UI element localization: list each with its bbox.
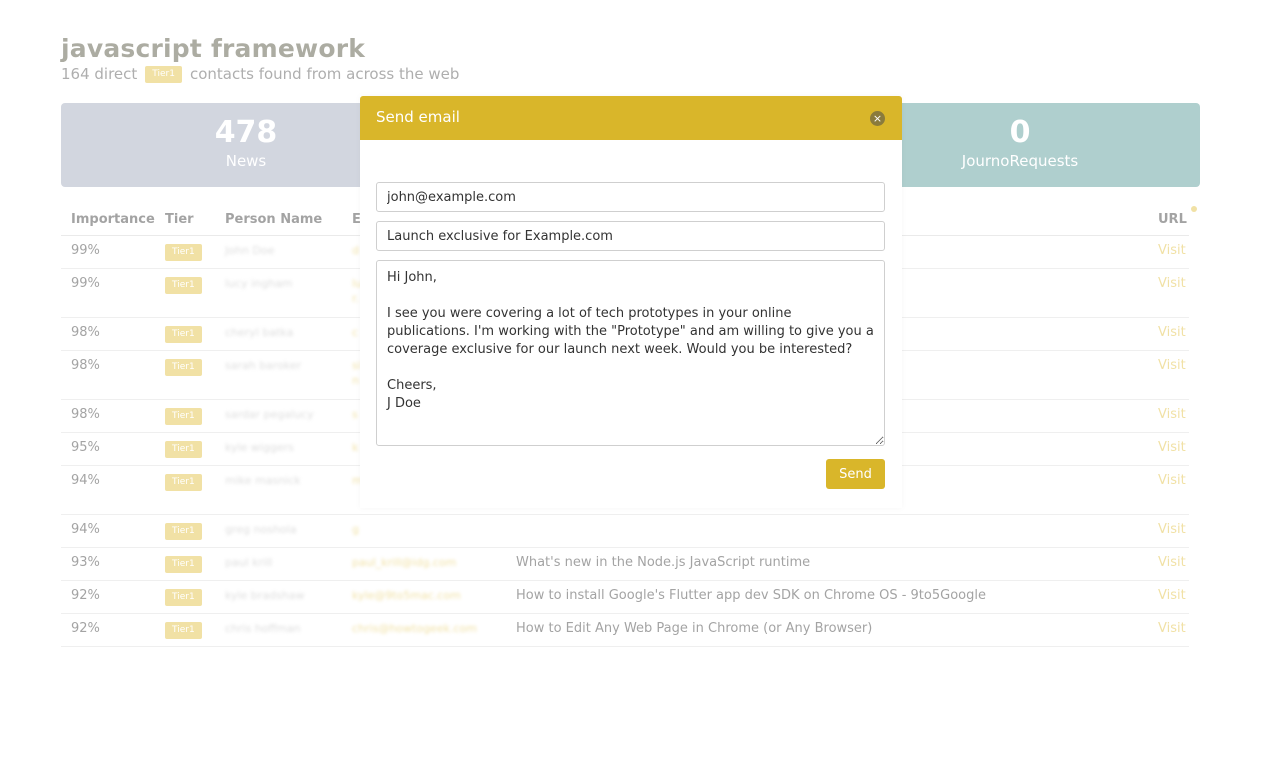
send-button[interactable]: Send (826, 459, 885, 489)
email-cell[interactable]: kyle@9to5mac.com (352, 589, 461, 602)
visit-link[interactable]: Visit (1158, 473, 1186, 488)
person-name-cell: mike masnick (225, 474, 301, 487)
importance-cell: 95% (71, 440, 100, 455)
tier-cell: Tier1 (165, 556, 202, 573)
tier-cell: Tier1 (165, 622, 202, 639)
message-body-textarea[interactable]: Hi John, I see you were covering a lot o… (376, 260, 885, 446)
article-title-cell: How to Edit Any Web Page in Chrome (or A… (516, 621, 873, 636)
email-cell[interactable]: g (352, 523, 359, 536)
importance-cell: 92% (71, 588, 100, 603)
importance-cell: 99% (71, 243, 100, 258)
visit-link[interactable]: Visit (1158, 522, 1186, 537)
page-title: javascript framework (61, 34, 366, 63)
person-name-cell: cheryl batka (225, 326, 294, 339)
importance-cell: 93% (71, 555, 100, 570)
importance-cell: 98% (71, 325, 100, 340)
email-cell[interactable]: c (352, 326, 358, 339)
importance-cell: 99% (71, 276, 100, 291)
column-url[interactable]: URL (1148, 203, 1189, 236)
tier-cell: Tier1 (165, 359, 202, 376)
visit-link[interactable]: Visit (1158, 358, 1186, 373)
tier-cell: Tier1 (165, 589, 202, 606)
email-cell[interactable]: paul_krill@idg.com (352, 556, 456, 569)
scroll-indicator[interactable] (1191, 206, 1197, 212)
person-name-cell: chris hoffman (225, 622, 301, 635)
visit-link[interactable]: Visit (1158, 588, 1186, 603)
visit-link[interactable]: Visit (1158, 407, 1186, 422)
column-tier[interactable]: Tier (155, 203, 215, 236)
tier-cell: Tier1 (165, 474, 202, 491)
visit-link[interactable]: Visit (1158, 243, 1186, 258)
visit-link[interactable]: Visit (1158, 621, 1186, 636)
table-row: 94% Tier1 greg noshola g Visit (61, 514, 1189, 548)
column-importance[interactable]: Importance (61, 203, 155, 236)
visit-link[interactable]: Visit (1158, 325, 1186, 340)
tier-cell: Tier1 (165, 441, 202, 458)
tier-cell: Tier1 (165, 523, 202, 540)
importance-cell: 92% (71, 621, 100, 636)
tier-cell: Tier1 (165, 277, 202, 294)
modal-title: Send email (376, 108, 460, 126)
person-name-cell: kyle wiggers (225, 441, 294, 454)
email-cell[interactable]: d (352, 244, 359, 257)
tier-cell: Tier1 (165, 326, 202, 343)
importance-cell: 98% (71, 358, 100, 373)
importance-cell: 94% (71, 473, 100, 488)
table-row: 92% Tier1 chris hoffman chris@howtogeek.com… (61, 613, 1189, 647)
subtitle-count: 164 direct (61, 65, 138, 83)
person-name-cell: John Doe (225, 244, 275, 257)
person-name-cell: sarah baroker (225, 359, 302, 372)
subject-input[interactable] (376, 221, 885, 251)
article-title-cell: What's new in the Node.js JavaScript run… (516, 555, 811, 570)
visit-link[interactable]: Visit (1158, 440, 1186, 455)
recipient-email-input[interactable] (376, 182, 885, 212)
visit-link[interactable]: Visit (1158, 555, 1186, 570)
subtitle-text: contacts found from across the web (189, 65, 460, 83)
person-name-cell: lucy ingham (225, 277, 293, 290)
email-cell[interactable]: k (352, 441, 358, 454)
person-name-cell: sardar pegalucy (225, 408, 314, 421)
tier-badge: Tier1 (145, 65, 182, 83)
send-email-modal: Send email × Hi John, I see you were cov… (360, 96, 902, 508)
close-icon[interactable]: × (870, 111, 885, 126)
person-name-cell: paul krill (225, 556, 273, 569)
email-cell[interactable]: s (352, 408, 358, 421)
person-name-cell: greg noshola (225, 523, 297, 536)
visit-link[interactable]: Visit (1158, 276, 1186, 291)
column-person-name[interactable]: Person Name (215, 203, 342, 236)
importance-cell: 94% (71, 522, 100, 537)
tier-cell: Tier1 (165, 408, 202, 425)
person-name-cell: kyle bradshaw (225, 589, 305, 602)
importance-cell: 98% (71, 407, 100, 422)
tier-cell: Tier1 (165, 244, 202, 261)
email-cell[interactable]: chris@howtogeek.com (352, 622, 477, 635)
article-title-cell: How to install Google's Flutter app dev … (516, 588, 986, 603)
modal-header: Send email × (360, 96, 902, 140)
table-row: 93% Tier1 paul krill paul_krill@idg.com What… (61, 547, 1189, 581)
table-row: 92% Tier1 kyle bradshaw kyle@9to5mac.com How… (61, 580, 1189, 614)
page-subtitle: 164 direct Tier1 contacts found from acr… (61, 65, 459, 83)
